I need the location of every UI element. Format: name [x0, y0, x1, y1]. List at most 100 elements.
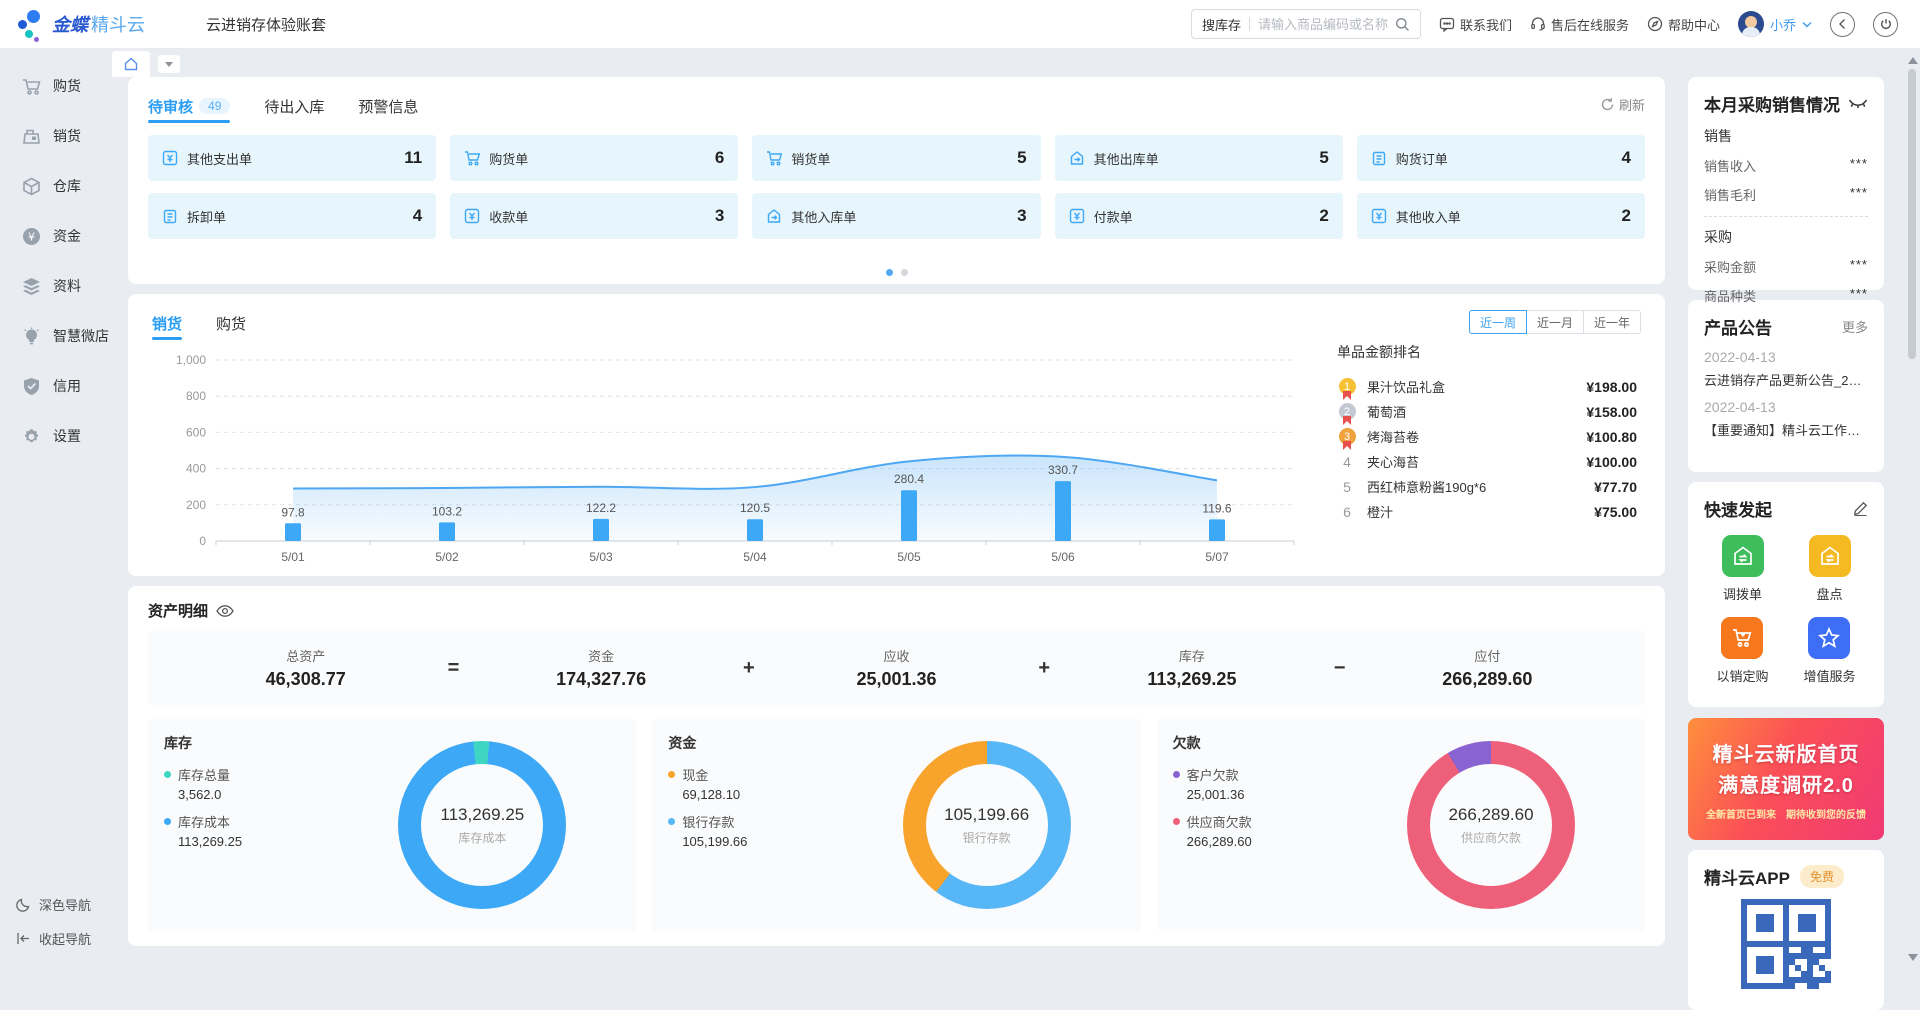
- ranking-number: 6: [1337, 504, 1357, 520]
- legend-dot: [1173, 771, 1180, 778]
- sidebar-item-credit[interactable]: 信用: [0, 361, 112, 411]
- contact-us-link[interactable]: 联系我们: [1439, 15, 1512, 34]
- tab-label: 预警信息: [358, 96, 418, 117]
- after-sales-link[interactable]: 售后在线服务: [1530, 15, 1629, 34]
- sidebar-item-data[interactable]: 资料: [0, 261, 112, 311]
- avatar: [1738, 11, 1764, 37]
- logo-dots-icon: [18, 9, 44, 39]
- quick-action-label: 以销定购: [1716, 666, 1768, 685]
- help-center-link[interactable]: 帮助中心: [1647, 15, 1720, 34]
- tab-dropdown-button[interactable]: [158, 55, 180, 73]
- eye-closed-icon[interactable]: [1848, 98, 1868, 110]
- ranking-item-amount: ¥100.00: [1586, 454, 1637, 470]
- svg-text:5/07: 5/07: [1205, 550, 1229, 564]
- ranking-row[interactable]: 1 果汁饮品礼盒 ¥198.00: [1337, 374, 1637, 399]
- ranking-item-name: 橙汁: [1367, 502, 1594, 521]
- refresh-button[interactable]: 刷新: [1601, 95, 1645, 114]
- pending-card-receipt[interactable]: 收款单 3: [450, 193, 738, 239]
- eye-icon[interactable]: [216, 605, 234, 617]
- search-input[interactable]: [1258, 17, 1395, 32]
- svg-text:5/04: 5/04: [743, 550, 767, 564]
- box-icon: [22, 177, 41, 196]
- pending-card-purchase-request[interactable]: 购货订单 4: [1357, 135, 1645, 181]
- range-week-button[interactable]: 近一周: [1469, 310, 1527, 334]
- inventory-donut-chart: 113,269.25 库存成本: [398, 741, 566, 909]
- search-scope-label[interactable]: 搜库存: [1202, 15, 1241, 34]
- survey-banner[interactable]: 精斗云新版首页 满意度调研2.0 全新首页已到来 期待收到您的反馈: [1688, 718, 1884, 840]
- collapse-nav-toggle[interactable]: 收起导航: [0, 921, 112, 955]
- quick-action-purchase-by-sales[interactable]: 以销定购: [1716, 617, 1768, 685]
- logout-power-button[interactable]: [1873, 12, 1898, 37]
- help-center-label: 帮助中心: [1668, 15, 1720, 34]
- sidebar-item-settings[interactable]: 设置: [0, 411, 112, 461]
- edit-pencil-icon[interactable]: [1853, 501, 1868, 516]
- svg-text:5/03: 5/03: [589, 550, 613, 564]
- ranking-item-name: 烤海苔卷: [1367, 427, 1586, 446]
- quick-action-transfer[interactable]: 调拨单: [1722, 535, 1764, 603]
- quick-action-stocktake[interactable]: 盘点: [1809, 535, 1851, 603]
- ranking-row[interactable]: 4 夹心海苔 ¥100.00: [1337, 449, 1637, 474]
- disassembly-icon: [162, 208, 178, 224]
- ranking-row[interactable]: 6 橙汁 ¥75.00: [1337, 499, 1637, 524]
- pending-card-purchase-order[interactable]: 购货单 6: [450, 135, 738, 181]
- sidebar-label: 购货: [53, 76, 81, 96]
- tab-pending-inout[interactable]: 待出入库: [264, 91, 324, 121]
- cart-icon: [766, 150, 782, 166]
- quick-action-value-added[interactable]: 增值服务: [1803, 617, 1855, 685]
- scrollbar-thumb[interactable]: [1908, 69, 1916, 359]
- more-link[interactable]: 更多: [1842, 317, 1868, 336]
- pending-card-count: 5: [1017, 148, 1026, 168]
- sidebar-item-warehouse[interactable]: 仓库: [0, 161, 112, 211]
- stocktake-house-icon: [1809, 535, 1851, 577]
- carousel-dot-1[interactable]: [886, 269, 893, 276]
- scroll-down-arrow[interactable]: [1908, 954, 1918, 961]
- top-nav: 金蝶 精斗云 云进销存体验账套 搜库存 联系我们 售后在线服务: [0, 0, 1920, 49]
- tab-purchase-trend[interactable]: 购货: [216, 308, 246, 338]
- announcement-link[interactable]: 云进销存产品更新公告_20220...: [1704, 370, 1868, 389]
- pending-card-disassembly[interactable]: 拆卸单 4: [148, 193, 436, 239]
- ranking-row[interactable]: 3 烤海苔卷 ¥100.80: [1337, 424, 1637, 449]
- pending-card-other-income[interactable]: 其他收入单 2: [1357, 193, 1645, 239]
- pending-card-other-expense[interactable]: 其他支出单 11: [148, 135, 436, 181]
- clipboard-icon: [1371, 150, 1387, 166]
- user-menu[interactable]: 小乔: [1738, 11, 1812, 37]
- sidebar-item-purchase[interactable]: 购货: [0, 61, 112, 111]
- receipt-icon: [464, 208, 480, 224]
- tab-sales-trend[interactable]: 销货: [152, 308, 182, 338]
- money-in-icon: [1371, 208, 1387, 224]
- sidebar-item-funds[interactable]: ¥ 资金: [0, 211, 112, 261]
- kingdee-logo[interactable]: 金蝶 精斗云: [18, 9, 168, 39]
- search-icon[interactable]: [1395, 17, 1410, 32]
- register-icon: [22, 127, 41, 146]
- ranking-row[interactable]: 5 西红柿意粉酱190g*6 ¥77.70: [1337, 474, 1637, 499]
- range-month-button[interactable]: 近一月: [1526, 310, 1584, 334]
- bronze-medal-icon: 3: [1339, 428, 1356, 445]
- dark-nav-toggle[interactable]: 深色导航: [0, 887, 112, 921]
- home-tab[interactable]: [112, 51, 150, 77]
- pending-card-label: 收款单: [489, 207, 528, 226]
- tab-pending-approval[interactable]: 待审核 49: [148, 91, 230, 121]
- scroll-up-arrow[interactable]: [1908, 57, 1918, 64]
- pending-card-count: 4: [1622, 148, 1631, 168]
- pending-card-count: 3: [715, 206, 724, 226]
- app-card: 精斗云APP 免费: [1688, 850, 1884, 1010]
- ranking-row[interactable]: 2 葡萄酒 ¥158.00: [1337, 399, 1637, 424]
- pending-card-other-outbound[interactable]: 其他出库单 5: [1055, 135, 1343, 181]
- inventory-search-box[interactable]: 搜库存: [1191, 9, 1421, 39]
- range-year-button[interactable]: 近一年: [1583, 310, 1641, 334]
- tab-alerts[interactable]: 预警信息: [358, 91, 418, 121]
- pending-card-sales-order[interactable]: 销货单 5: [752, 135, 1040, 181]
- contact-us-label: 联系我们: [1460, 15, 1512, 34]
- back-button[interactable]: [1830, 12, 1855, 37]
- cart-plus-icon: [464, 150, 480, 166]
- carousel-dot-2[interactable]: [901, 269, 908, 276]
- outbound-icon: [1069, 150, 1085, 166]
- pending-card-label: 其他入库单: [791, 207, 856, 226]
- pending-card-payment[interactable]: 付款单 2: [1055, 193, 1343, 239]
- announcement-link[interactable]: 【重要通知】精斗云工作台域...: [1704, 420, 1868, 439]
- svg-text:5/02: 5/02: [435, 550, 459, 564]
- sidebar-item-sales[interactable]: 销货: [0, 111, 112, 161]
- sidebar-item-smart-store[interactable]: 智慧微店: [0, 311, 112, 361]
- pending-card-other-inbound[interactable]: 其他入库单 3: [752, 193, 1040, 239]
- cart-icon: [22, 77, 41, 96]
